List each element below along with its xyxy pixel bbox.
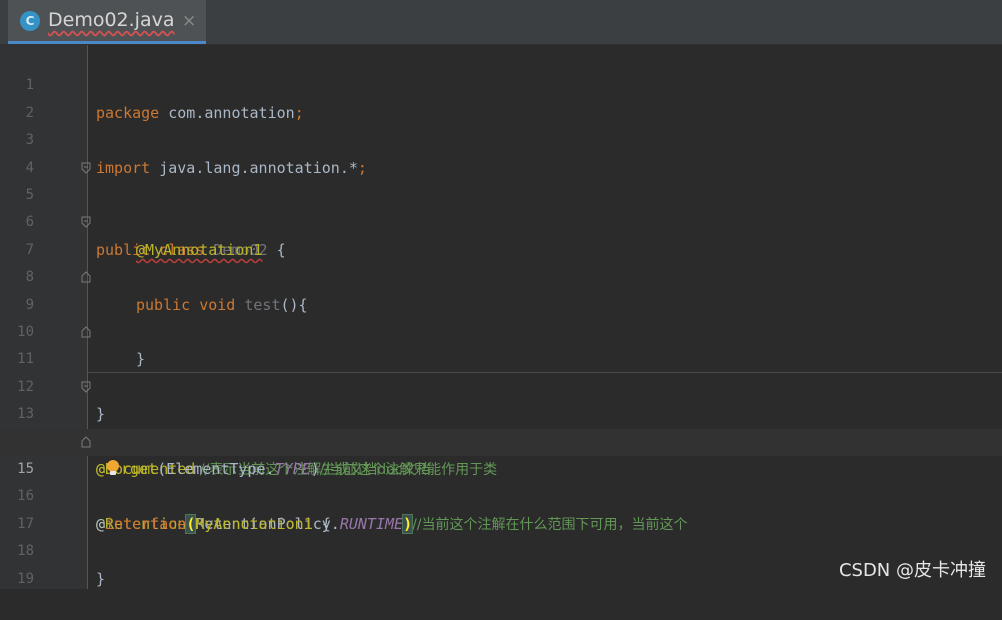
code-line-14[interactable]: 14 @rget(ElementType.TYPE)//当前这个注解只能作用于类 [0, 401, 1002, 478]
code-line-3[interactable]: 3 import java.lang.annotation.*; [0, 100, 1002, 176]
fold-open-icon[interactable] [80, 381, 92, 393]
code-line-4[interactable]: 4 [0, 127, 1002, 176]
code-line-6[interactable]: 6 @MyAnnotation1 [0, 182, 1002, 258]
fold-close-icon[interactable] [80, 326, 92, 338]
fold-close-icon[interactable] [80, 435, 92, 448]
close-icon[interactable]: × [182, 11, 196, 31]
tab-title: Demo02.java [48, 9, 175, 31]
code-line-11[interactable]: 11 } [0, 319, 1002, 423]
code-line-12[interactable]: 12 [0, 346, 1002, 395]
code-line-10[interactable]: 10 [0, 292, 1002, 340]
code-line-7[interactable]: 7 public void test(){ [0, 209, 1002, 314]
code-line-18[interactable]: 18 } [0, 511, 1002, 587]
editor-tab-bar: C Demo02.java × [0, 0, 1002, 45]
code-editor[interactable]: 1 package com.annotation; 2 3 import jav… [0, 45, 1002, 589]
code-line-17[interactable]: 17 [0, 483, 1002, 532]
code-line-16[interactable]: 16 @interface MyAnnotation1 { [0, 456, 1002, 532]
code-line-1[interactable]: 1 package com.annotation; [0, 45, 1002, 121]
code-line-13[interactable]: 13 @Documented //表示当前这个注解生成文档doc文档 [0, 374, 1002, 478]
fold-open-icon[interactable] [80, 216, 92, 229]
code-line-5[interactable]: 5 public class Demo02 { [0, 155, 1002, 259]
java-class-icon: C [20, 11, 40, 31]
code-line-15[interactable]: 15 @Retention(RetentionPolicy.RUNTIME)//… [0, 428, 1002, 534]
watermark: CSDN @皮卡冲撞 [838, 560, 986, 581]
fold-close-icon[interactable] [80, 271, 92, 283]
tab-demo02-java[interactable]: C Demo02.java × [8, 0, 206, 44]
code-line-8[interactable]: 8 [0, 237, 1002, 285]
fold-open-icon[interactable] [80, 162, 92, 174]
code-line-9[interactable]: 9 } [0, 264, 1002, 368]
code-line-2[interactable]: 2 [0, 72, 1002, 121]
